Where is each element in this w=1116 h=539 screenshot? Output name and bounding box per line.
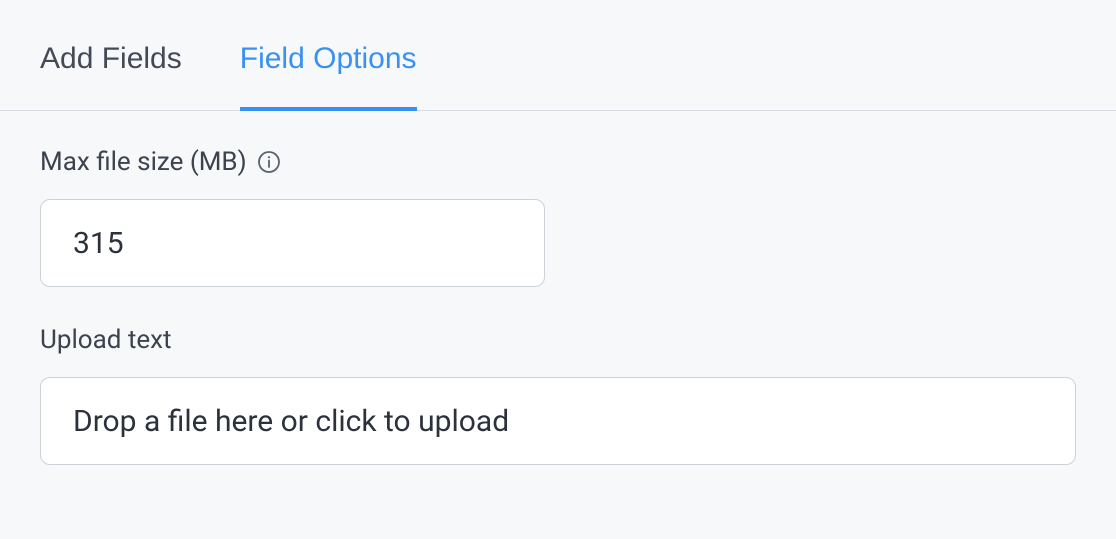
info-icon[interactable] [257,150,281,174]
upload-text-label: Upload text [40,325,1076,355]
max-file-size-label-text: Max file size (MB) [40,147,247,177]
max-file-size-label: Max file size (MB) [40,147,1076,177]
upload-text-label-text: Upload text [40,325,172,355]
field-options-panel: Max file size (MB) Upload text [0,111,1116,539]
upload-text-group: Upload text [40,325,1076,465]
tab-bar: Add Fields Field Options [0,0,1116,111]
max-file-size-input[interactable] [40,199,545,287]
tab-add-fields[interactable]: Add Fields [40,0,182,110]
upload-text-input[interactable] [40,377,1076,465]
tab-field-options[interactable]: Field Options [240,0,417,110]
max-file-size-group: Max file size (MB) [40,147,1076,287]
